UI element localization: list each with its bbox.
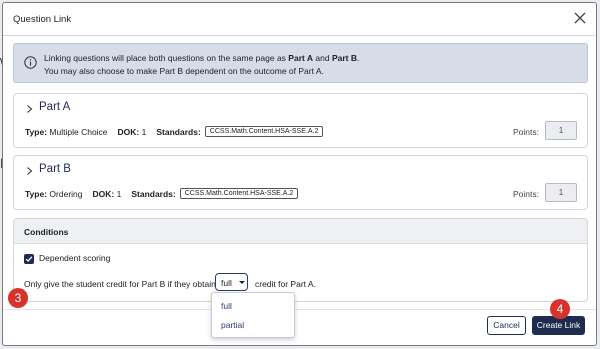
part-a-card: Part A Type: Multiple Choice DOK: 1 Standa… (13, 93, 588, 148)
part-b-card: Part B Type: Ordering DOK: 1 Standards: CCS… (13, 155, 588, 210)
modal-title: Question Link (13, 14, 72, 25)
info-icon (24, 56, 37, 69)
credit-select[interactable]: full (215, 273, 248, 291)
header-divider (3, 35, 596, 36)
dropdown-option-partial[interactable]: partial (221, 320, 244, 330)
condition-sentence-start: Only give the student credit for Part B … (24, 279, 216, 289)
part-b-meta: Type: Ordering DOK: 1 Standards: CCSS.Math.… (25, 188, 299, 200)
points-label: Points: (513, 127, 539, 137)
dependent-scoring-checkbox[interactable] (24, 254, 34, 264)
part-b-title[interactable]: Part B (39, 163, 71, 175)
conditions-header: Conditions (14, 219, 587, 244)
conditions-panel: Conditions Dependent scoring Only give t… (13, 218, 588, 302)
footer-divider (3, 309, 596, 310)
dropdown-option-full[interactable]: full (221, 301, 232, 311)
standard-tag: CCSS.Math.Content.HSA-SSE.A.2 (179, 188, 299, 200)
info-line-1: Linking questions will place both questi… (44, 53, 360, 63)
cancel-button[interactable]: Cancel (487, 316, 526, 335)
info-line-2: You may also choose to make Part B depen… (44, 66, 324, 76)
caret-down-icon (239, 281, 245, 284)
part-a-meta: Type: Multiple Choice DOK: 1 Standards: CCS… (25, 126, 324, 138)
info-text: Linking questions will place both questi… (44, 52, 359, 78)
part-a-title[interactable]: Part A (39, 101, 70, 113)
part-b-points-field: 1 (545, 183, 577, 202)
credit-select-value: full (221, 278, 232, 288)
conditions-title: Conditions (24, 227, 69, 237)
step-badge-3: 3 (8, 288, 28, 308)
chevron-right-icon[interactable] (25, 104, 34, 114)
credit-dropdown-menu: full partial (211, 292, 295, 338)
step-badge-4: 4 (550, 299, 570, 319)
standard-tag: CCSS.Math.Content.HSA-SSE.A.2 (204, 126, 324, 138)
points-label: Points: (513, 189, 539, 199)
part-a-points-field: 1 (545, 121, 577, 140)
close-icon[interactable] (572, 10, 588, 26)
dependent-scoring-label[interactable]: Dependent scoring (39, 253, 110, 263)
condition-sentence-end: credit for Part A. (255, 279, 316, 289)
info-banner: Linking questions will place both questi… (13, 43, 588, 83)
chevron-right-icon[interactable] (25, 166, 34, 176)
question-link-modal: Question Link Linking questions will pla… (2, 2, 597, 346)
